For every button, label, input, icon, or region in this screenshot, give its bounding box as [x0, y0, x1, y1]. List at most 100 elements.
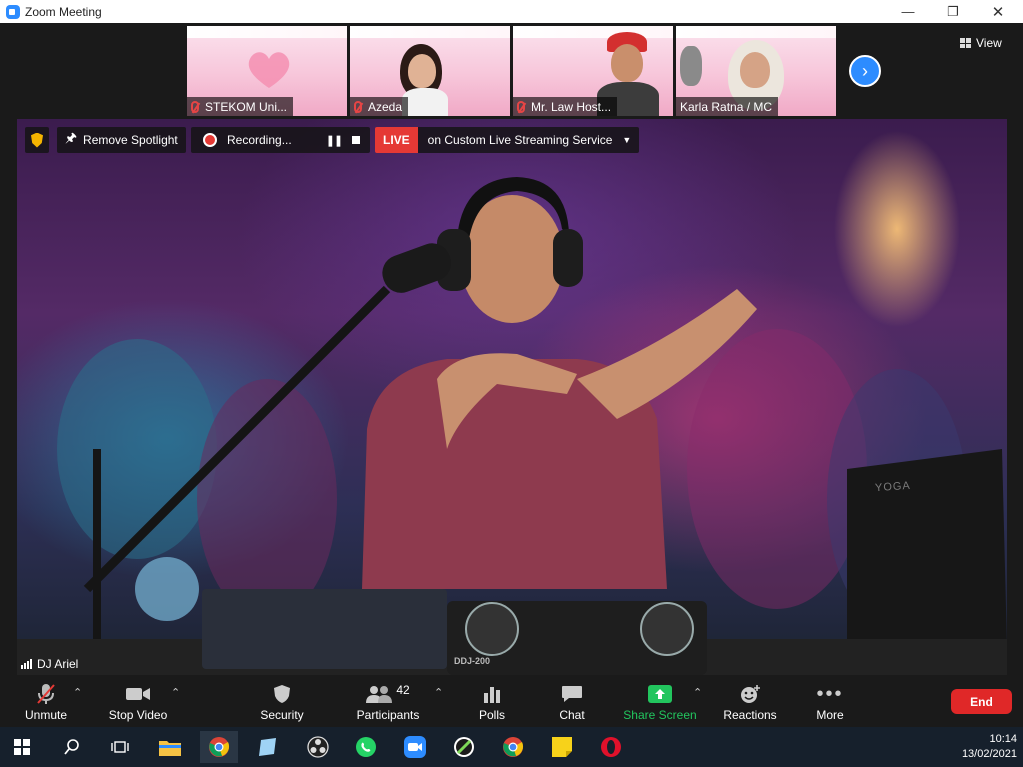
- windows-taskbar: 10:14 13/02/2021: [0, 727, 1023, 767]
- reactions-emoji-icon: [741, 685, 760, 703]
- thumbnail-name-bar: Azeda: [350, 97, 409, 116]
- clock-time: 10:14: [989, 733, 1017, 745]
- audio-options-caret-icon[interactable]: ⌃: [73, 686, 82, 699]
- participant-thumbnail[interactable]: STEKOM Uni...: [187, 26, 347, 116]
- heart-icon: [248, 52, 290, 88]
- window-title: Zoom Meeting: [25, 4, 102, 19]
- participant-shirt: [402, 88, 448, 116]
- stop-video-button[interactable]: Stop Video: [104, 675, 172, 727]
- share-screen-icon: [648, 685, 672, 703]
- security-shield-icon: [274, 685, 290, 703]
- thumbnail-banner: [187, 26, 347, 38]
- remove-spotlight-button[interactable]: 🖈 Remove Spotlight: [57, 127, 186, 153]
- notepad-app-icon[interactable]: [252, 731, 284, 763]
- share-screen-button[interactable]: Share Screen: [622, 675, 698, 727]
- mic-muted-icon: [354, 100, 362, 113]
- zoom-app-icon[interactable]: [399, 731, 431, 763]
- gallery-grid-icon: [960, 38, 971, 48]
- chat-button[interactable]: Chat: [554, 675, 590, 727]
- participant-name: STEKOM Uni...: [205, 99, 288, 114]
- chrome-active-icon[interactable]: [200, 731, 238, 763]
- participants-label: Participants: [356, 708, 420, 722]
- dj-scene-graphic: [17, 177, 1007, 675]
- participant-face: [408, 54, 436, 88]
- microphone-graphic: [680, 46, 702, 86]
- participants-button[interactable]: 42 Participants: [352, 675, 424, 727]
- file-explorer-icon[interactable]: [154, 731, 186, 763]
- valentine-graphic: [195, 44, 239, 74]
- restore-button[interactable]: ❐: [930, 0, 976, 23]
- security-shield-chip[interactable]: [25, 127, 49, 153]
- unmute-button[interactable]: Unmute: [18, 675, 74, 727]
- security-label: Security: [260, 708, 304, 722]
- mic-muted-icon: [517, 100, 525, 113]
- chrome-icon[interactable]: [497, 731, 529, 763]
- chat-bubble-icon: [562, 686, 582, 702]
- participant-face: [740, 52, 770, 88]
- laptop-brand-text: YOGA: [874, 479, 912, 495]
- streaming-service-label: on Custom Live Streaming Service: [427, 133, 613, 147]
- system-clock[interactable]: 10:14 13/02/2021: [962, 732, 1017, 762]
- reactions-label: Reactions: [723, 708, 777, 722]
- mixer-brand-text: DDJ-200: [454, 656, 491, 666]
- participant-thumbnail[interactable]: Karla Ratna / MC: [676, 26, 836, 116]
- more-button[interactable]: ••• More: [810, 675, 850, 727]
- video-camera-icon: [126, 688, 150, 700]
- participants-options-caret-icon[interactable]: ⌃: [434, 686, 443, 699]
- more-dots-icon: •••: [816, 682, 844, 705]
- thumbnail-banner: [513, 26, 673, 38]
- more-label: More: [816, 708, 844, 722]
- thumbnail-name-bar: STEKOM Uni...: [187, 97, 294, 116]
- security-button[interactable]: Security: [254, 675, 310, 727]
- participants-icon: [366, 686, 393, 703]
- participant-strip: STEKOM Uni... Azeda Mr. Law Host... Karl…: [0, 23, 1023, 119]
- reactions-button[interactable]: Reactions: [720, 675, 780, 727]
- title-bar: Zoom Meeting — ❐ ✕: [0, 0, 1023, 23]
- task-view-icon[interactable]: [104, 731, 136, 763]
- search-icon[interactable]: [56, 731, 88, 763]
- live-badge: LIVE: [375, 127, 418, 153]
- end-meeting-button[interactable]: End: [951, 689, 1012, 714]
- polls-label: Polls: [478, 708, 505, 722]
- signal-strength-icon: [21, 659, 32, 669]
- dropdown-caret-icon: ▼: [622, 135, 632, 145]
- participant-thumbnail[interactable]: Azeda: [350, 26, 510, 116]
- windows-start-icon[interactable]: [6, 731, 38, 763]
- thumbnail-banner: [350, 26, 510, 38]
- view-label: View: [976, 36, 1002, 50]
- thumbnail-name-bar: Mr. Law Host...: [513, 97, 618, 116]
- polls-button[interactable]: Polls: [474, 675, 510, 727]
- thumbnail-banner: [676, 26, 836, 38]
- share-options-caret-icon[interactable]: ⌃: [693, 686, 702, 699]
- close-button[interactable]: ✕: [975, 0, 1021, 23]
- view-button[interactable]: View: [960, 32, 1002, 54]
- remove-spotlight-label: Remove Spotlight: [83, 133, 178, 147]
- obs-studio-icon[interactable]: [302, 731, 334, 763]
- pen-tool-app-icon[interactable]: [448, 731, 480, 763]
- participant-thumbnail[interactable]: Mr. Law Host...: [513, 26, 673, 116]
- stop-video-label: Stop Video: [108, 708, 168, 722]
- meeting-toolbar: Unmute ⌃ Stop Video ⌃ Security 42 Partic…: [0, 675, 1023, 727]
- unmute-label: Unmute: [24, 708, 68, 722]
- active-speaker-label: DJ Ariel: [21, 657, 78, 671]
- recording-label: Recording...: [227, 133, 292, 147]
- participant-name: Mr. Law Host...: [531, 99, 612, 114]
- mic-muted-icon: [191, 100, 199, 113]
- record-icon: [203, 133, 217, 147]
- stop-recording-icon[interactable]: [352, 136, 361, 144]
- pause-recording-icon[interactable]: ❚❚: [326, 134, 343, 147]
- thumbnail-name-bar: Karla Ratna / MC: [676, 97, 779, 116]
- sticky-notes-icon[interactable]: [546, 731, 578, 763]
- whatsapp-icon[interactable]: [350, 731, 382, 763]
- live-streaming-indicator[interactable]: LIVE on Custom Live Streaming Service ▼: [375, 127, 640, 153]
- minimize-button[interactable]: —: [885, 0, 931, 23]
- opera-browser-icon[interactable]: [595, 731, 627, 763]
- video-options-caret-icon[interactable]: ⌃: [171, 686, 180, 699]
- share-screen-label: Share Screen: [623, 708, 697, 722]
- next-page-arrow-icon[interactable]: ›: [849, 55, 881, 87]
- participant-name: Azeda: [368, 99, 403, 114]
- speaker-name: DJ Ariel: [37, 657, 79, 671]
- participant-face: [611, 44, 643, 82]
- participants-count: 42: [396, 683, 410, 697]
- zoom-logo-icon: [6, 4, 20, 19]
